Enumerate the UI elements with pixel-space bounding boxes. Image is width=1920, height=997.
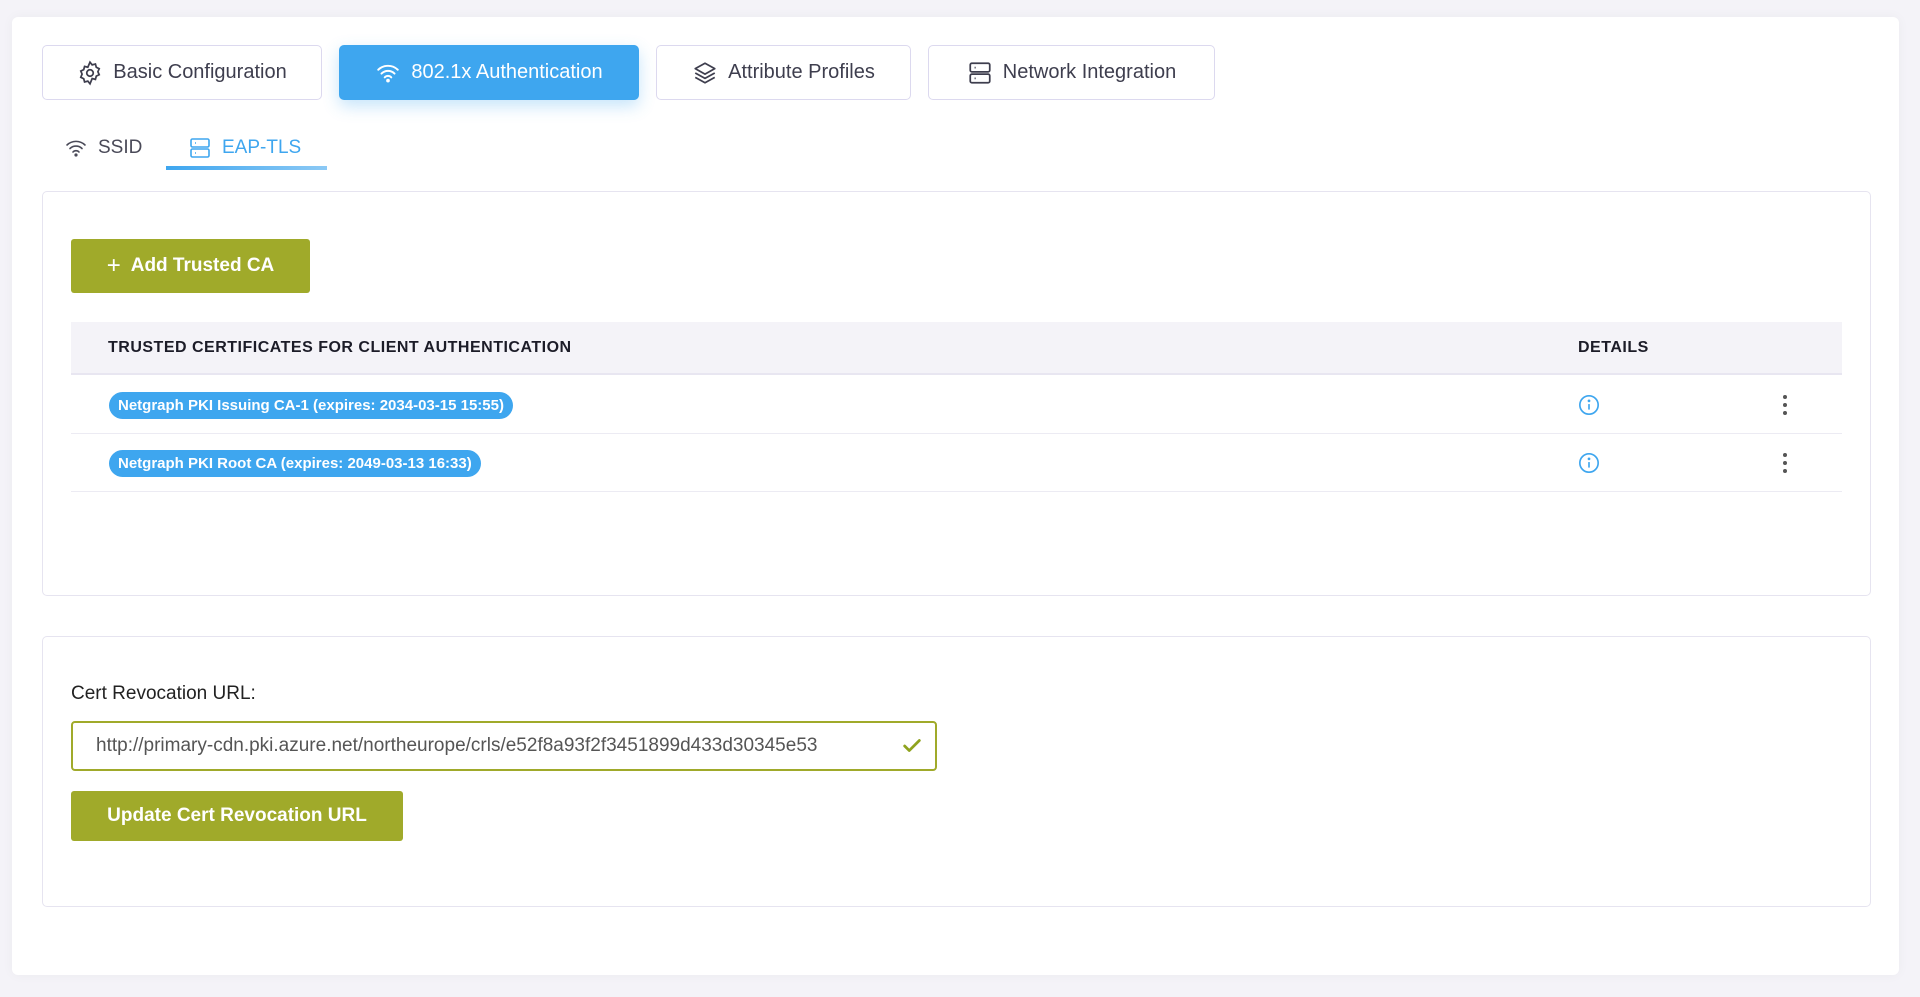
certificate-badge: Netgraph PKI Root CA (expires: 2049-03-1… <box>109 450 481 477</box>
wifi-icon <box>64 136 88 160</box>
subtab-label: EAP-TLS <box>222 137 301 159</box>
plus-icon: + <box>107 252 121 280</box>
column-header-certificates: TRUSTED CERTIFICATES FOR CLIENT AUTHENTI… <box>108 339 572 357</box>
layers-icon <box>692 60 718 86</box>
crl-label: Cert Revocation URL: <box>71 683 256 705</box>
info-icon[interactable] <box>1578 452 1600 474</box>
tab-label: Attribute Profiles <box>728 61 875 84</box>
certificate-badge: Netgraph PKI Issuing CA-1 (expires: 2034… <box>109 392 513 419</box>
column-header-details: DETAILS <box>1578 339 1649 357</box>
info-icon[interactable] <box>1578 394 1600 416</box>
tab-label: 802.1x Authentication <box>411 61 602 84</box>
wifi-icon <box>375 60 401 86</box>
tab-attribute-profiles[interactable]: Attribute Profiles <box>656 45 911 100</box>
subtab-ssid[interactable]: SSID <box>64 128 142 168</box>
update-crl-button[interactable]: Update Cert Revocation URL <box>71 791 403 841</box>
more-options-icon[interactable] <box>1777 392 1793 418</box>
tab-basic-configuration[interactable]: Basic Configuration <box>42 45 322 100</box>
gear-icon <box>77 60 103 86</box>
table-header: TRUSTED CERTIFICATES FOR CLIENT AUTHENTI… <box>71 322 1842 375</box>
add-trusted-ca-button[interactable]: + Add Trusted CA <box>71 239 310 293</box>
tab-network-integration[interactable]: Network Integration <box>928 45 1215 100</box>
button-label: Add Trusted CA <box>131 255 275 277</box>
subtab-label: SSID <box>98 137 142 159</box>
button-label: Update Cert Revocation URL <box>107 805 367 827</box>
tab-label: Network Integration <box>1003 61 1176 84</box>
crl-url-input[interactable]: http://primary-cdn.pki.azure.net/northeu… <box>71 721 937 771</box>
tab-label: Basic Configuration <box>113 61 286 84</box>
active-subtab-indicator <box>166 166 327 170</box>
more-options-icon[interactable] <box>1777 450 1793 476</box>
subtab-eap-tls[interactable]: EAP-TLS <box>188 128 301 168</box>
crl-url-value: http://primary-cdn.pki.azure.net/northeu… <box>96 735 817 757</box>
server-icon <box>188 136 212 160</box>
table-row: Netgraph PKI Root CA (expires: 2049-03-1… <box>71 434 1842 492</box>
check-icon <box>901 735 923 757</box>
table-row: Netgraph PKI Issuing CA-1 (expires: 2034… <box>71 376 1842 434</box>
server-icon <box>967 60 993 86</box>
crl-panel <box>42 636 1871 907</box>
tab-8021x-authentication[interactable]: 802.1x Authentication <box>339 45 639 100</box>
